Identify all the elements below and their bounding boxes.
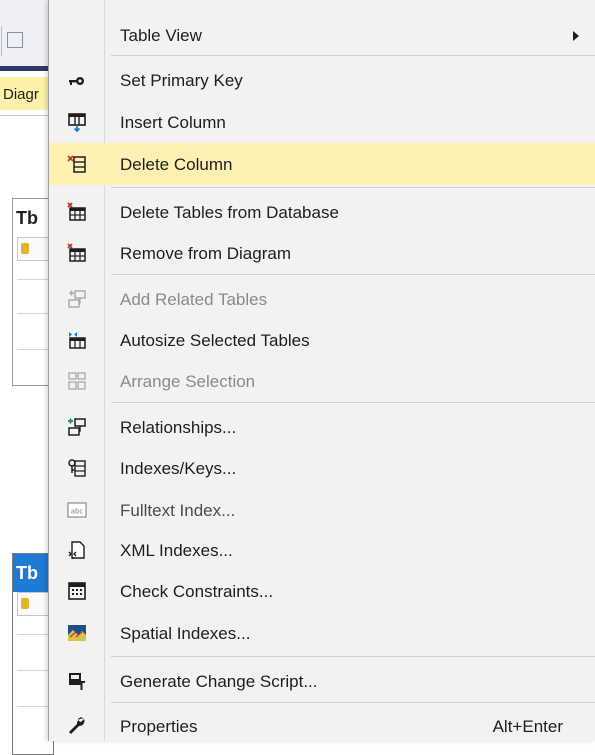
menu-item-label: Indexes/Keys... [120,459,237,478]
menu-divider [111,274,595,275]
diagram-tab[interactable]: Diagr [0,77,48,110]
spatial-indexes-icon [67,623,87,643]
check-constraints-icon [67,581,87,601]
key-icon [21,598,29,609]
row-divider [17,706,49,707]
insert-column-icon [67,112,87,133]
menu-item-arrange-selection[interactable]: Arrange Selection [49,360,595,402]
add-related-tables-icon [67,289,87,309]
menu-item-label: Delete Tables from Database [120,203,339,222]
menu-item-generate-change-script[interactable]: Generate Change Script... [49,660,595,702]
menu-item-label: Remove from Diagram [120,244,291,263]
menu-item-fulltext-index[interactable]: abc Fulltext Index... [49,489,595,531]
delete-table-icon [67,202,87,222]
table-header[interactable]: Tb [13,554,53,592]
wrench-icon [67,716,87,736]
table-header[interactable]: Tb [13,199,53,237]
key-icon [67,70,87,90]
menu-item-label: Generate Change Script... [120,672,318,691]
canvas-divider [0,115,48,116]
menu-item-delete-column[interactable]: Delete Column [49,143,595,185]
menu-item-label: Delete Column [120,155,233,174]
menu-item-xml-indexes[interactable]: XML Indexes... [49,529,595,571]
row-divider [17,313,49,314]
row-divider [17,279,49,280]
xml-indexes-icon [67,540,87,560]
menu-item-add-related-tables[interactable]: Add Related Tables [49,278,595,320]
svg-text:abc: abc [71,508,84,516]
fulltext-index-icon: abc [67,500,87,520]
indexes-keys-icon [67,458,87,478]
menu-item-label: Arrange Selection [120,372,256,391]
primary-key-row[interactable] [17,592,51,616]
menu-item-label: XML Indexes... [120,541,233,560]
menu-divider [111,187,595,188]
menu-item-label: Properties [120,717,198,736]
diagram-tab-label: Diagr [3,86,39,103]
menu-item-indexes-keys[interactable]: Indexes/Keys... [49,447,595,489]
menu-item-label: Relationships... [120,418,237,437]
menu-item-label: Spatial Indexes... [120,624,251,643]
menu-item-set-primary-key[interactable]: Set Primary Key [49,59,595,101]
menu-item-label: Autosize Selected Tables [120,331,310,350]
menu-item-label: Set Primary Key [120,71,243,90]
menu-divider [111,656,595,657]
menu-item-label: Insert Column [120,113,226,132]
menu-item-check-constraints[interactable]: Check Constraints... [49,570,595,612]
menu-item-delete-tables-from-database[interactable]: Delete Tables from Database [49,191,595,233]
table-title: Tb [16,563,38,583]
toolbar-relationship-icon[interactable] [7,32,23,48]
menu-item-table-view[interactable]: Table View [49,14,595,56]
delete-column-icon [67,154,87,174]
menu-item-autosize-selected-tables[interactable]: Autosize Selected Tables [49,319,595,361]
row-divider [17,670,49,671]
row-divider [17,634,49,635]
primary-key-row[interactable] [17,237,51,261]
menu-divider [111,702,595,703]
relationships-icon [67,417,87,437]
arrange-icon [67,371,87,391]
document-tab-strip [0,66,48,71]
menu-item-spatial-indexes[interactable]: Spatial Indexes... [49,612,595,654]
table-title: Tb [16,208,38,228]
toolbar-separator [1,26,2,56]
generate-script-icon [67,671,87,691]
key-icon [21,243,29,254]
autosize-icon [67,330,87,350]
menu-item-label: Fulltext Index... [120,501,236,520]
menu-item-label: Check Constraints... [120,582,274,601]
menu-divider [111,55,595,56]
menu-item-label: Table View [120,26,202,45]
row-divider [17,349,49,350]
menu-divider [111,402,595,403]
remove-table-icon [67,243,87,263]
menu-item-insert-column[interactable]: Insert Column [49,101,595,143]
submenu-arrow-icon [573,31,579,41]
menu-item-remove-from-diagram[interactable]: Remove from Diagram [49,232,595,274]
context-menu: Table View Set Primary Key Insert Column… [48,0,595,741]
menu-item-relationships[interactable]: Relationships... [49,406,595,448]
menu-item-shortcut: Alt+Enter [492,717,563,736]
menu-item-label: Add Related Tables [120,290,268,309]
